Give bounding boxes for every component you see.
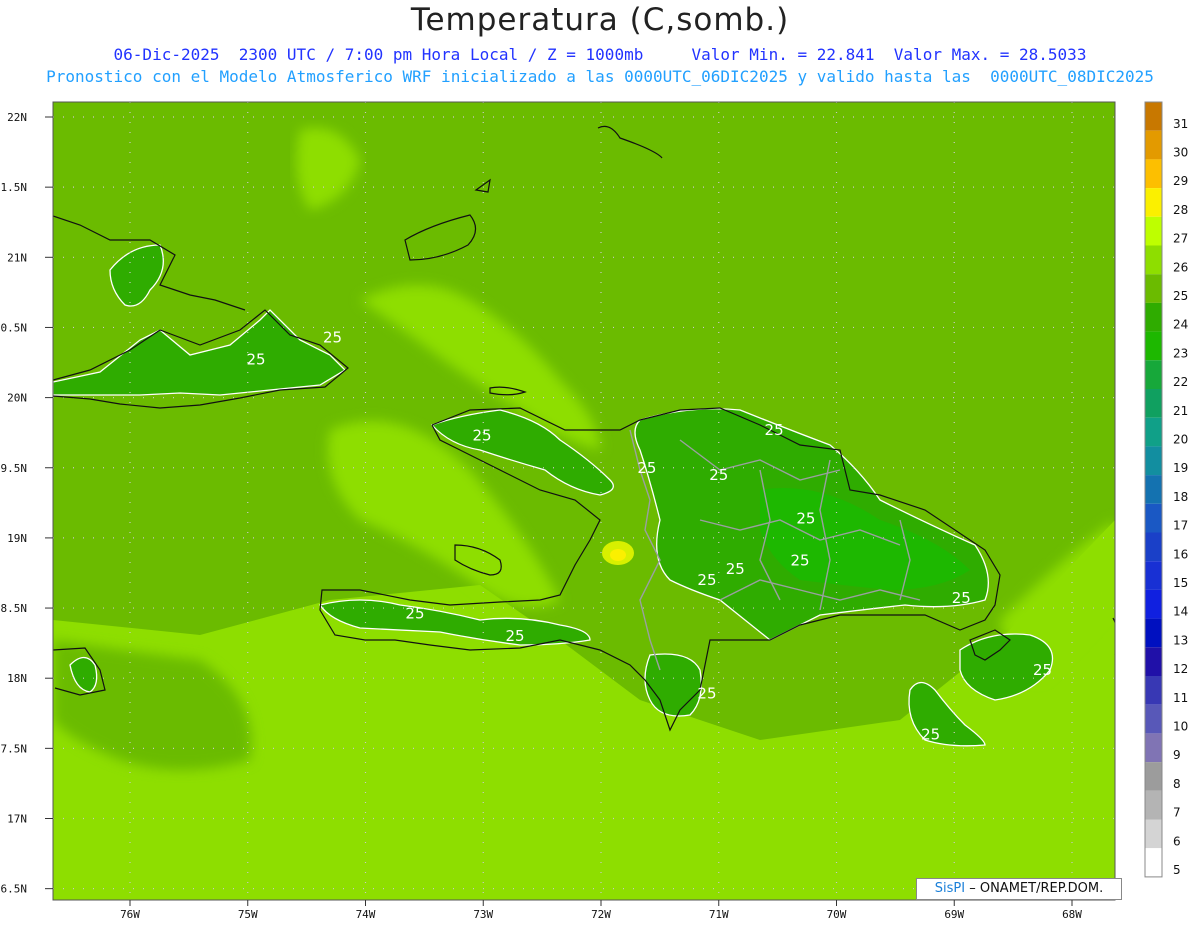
lat-tick-label: 18.5N — [0, 602, 27, 615]
contour-label: 25 — [697, 571, 716, 589]
colorbar-label: 25 — [1173, 289, 1188, 303]
colorbar-swatch — [1145, 762, 1162, 791]
contour-label: 25 — [246, 351, 265, 369]
lat-tick-label: 21N — [7, 251, 27, 264]
contour-label: 25 — [1033, 661, 1052, 679]
colorbar-swatch — [1145, 503, 1162, 533]
contour-label: 25 — [709, 466, 728, 484]
lon-tick-label: 73W — [473, 908, 493, 921]
colorbar-swatch — [1145, 618, 1162, 648]
lat-tick-label: 17.5N — [0, 742, 27, 755]
contour-label: 25 — [765, 421, 784, 439]
colorbar-label: 22 — [1173, 375, 1188, 389]
colorbar-label: 9 — [1173, 748, 1181, 762]
contour-label: 25 — [726, 560, 745, 578]
lon-tick-label: 71W — [709, 908, 729, 921]
colorbar-swatch — [1145, 848, 1162, 877]
colorbar-swatch — [1145, 676, 1162, 705]
colorbar-label: 12 — [1173, 662, 1188, 676]
lat-tick-label: 18N — [7, 672, 27, 685]
colorbar-swatch — [1145, 589, 1162, 619]
lat-tick-label: 19.5N — [0, 462, 27, 475]
contour-label: 25 — [921, 725, 940, 743]
contour-label: 25 — [790, 551, 809, 569]
colorbar-label: 6 — [1173, 834, 1181, 848]
colorbar-label: 21 — [1173, 404, 1188, 418]
colorbar-label: 24 — [1173, 318, 1188, 332]
colorbar-label: 11 — [1173, 691, 1188, 705]
colorbar-swatch — [1145, 360, 1162, 389]
colorbar-label: 27 — [1173, 232, 1188, 246]
colorbar-label: 19 — [1173, 461, 1188, 475]
colorbar-swatch — [1145, 561, 1162, 590]
colorbar-swatch — [1145, 331, 1162, 361]
field-hot-core — [610, 549, 626, 561]
colorbar-swatch — [1145, 532, 1162, 562]
colorbar-swatch — [1145, 188, 1162, 217]
colorbar-label: 16 — [1173, 547, 1188, 561]
lat-tick-label: 20.5N — [0, 321, 27, 334]
colorbar-label: 23 — [1173, 346, 1188, 360]
colorbar-label: 17 — [1173, 519, 1188, 533]
colorbar-swatch — [1145, 159, 1162, 189]
lat-tick-label: 20N — [7, 392, 27, 405]
contour-label: 25 — [505, 627, 524, 645]
credit-brand: SisPI — [934, 881, 966, 896]
colorbar-label: 13 — [1173, 633, 1188, 647]
colorbar-swatch — [1145, 475, 1162, 504]
lon-tick-label: 72W — [591, 908, 611, 921]
colorbar-swatch — [1145, 446, 1162, 476]
colorbar-swatch — [1145, 733, 1162, 763]
contour-label: 25 — [637, 459, 656, 477]
colorbar-label: 10 — [1173, 720, 1188, 734]
latitude-axis: 22N 21.5N 21N 20.5N 20N 19.5N 19N 18.5N 18N 17.5N… — [0, 111, 53, 896]
colorbar-label: 15 — [1173, 576, 1188, 590]
lon-tick-label: 75W — [238, 908, 258, 921]
lon-tick-label: 70W — [827, 908, 847, 921]
colorbar-label: 7 — [1173, 806, 1181, 820]
colorbar-swatch — [1145, 102, 1162, 131]
colorbar-label: 8 — [1173, 777, 1181, 791]
colorbar-swatch — [1145, 274, 1162, 303]
colorbar-swatch — [1145, 647, 1162, 676]
colorbar-label: 31 — [1173, 117, 1188, 131]
contour-label: 25 — [405, 605, 424, 623]
lon-tick-label: 68W — [1062, 908, 1082, 921]
colorbar-label: 26 — [1173, 260, 1188, 274]
credit-text: – ONAMET/REP.DOM. — [965, 881, 1104, 896]
lon-tick-label: 76W — [120, 908, 140, 921]
lat-tick-label: 21.5N — [0, 181, 27, 194]
temperature-map: 25 25 25 25 25 25 25 25 25 25 25 25 25 25 25 25 22N 21.5… — [0, 101, 1188, 921]
colorbar-label: 30 — [1173, 146, 1188, 160]
colorbar-swatch — [1145, 790, 1162, 820]
colorbar-label: 18 — [1173, 490, 1188, 504]
lat-tick-label: 19N — [7, 532, 27, 545]
colorbar-label: 5 — [1173, 863, 1181, 877]
lat-tick-label: 16.5N — [0, 883, 27, 896]
colorbar-label: 14 — [1173, 605, 1188, 619]
colorbar-swatch — [1145, 389, 1162, 418]
colorbar: 31 30 29 28 27 26 25 24 23 22 21 20 19 18 17 16 15 14 13 12… — [1144, 101, 1188, 878]
credit-box: SisPI – ONAMET/REP.DOM. — [916, 878, 1122, 900]
colorbar-swatch — [1145, 704, 1162, 734]
contour-label: 25 — [323, 328, 342, 346]
contour-label: 25 — [697, 685, 716, 703]
colorbar-label: 28 — [1173, 203, 1188, 217]
colorbar-swatch — [1145, 130, 1162, 160]
contour-label: 25 — [796, 509, 815, 527]
contour-label: 25 — [952, 589, 971, 607]
colorbar-label: 29 — [1173, 174, 1188, 188]
lat-tick-label: 22N — [7, 111, 27, 124]
contour-label: 25 — [473, 426, 492, 444]
colorbar-swatch — [1145, 216, 1162, 246]
colorbar-swatch — [1145, 819, 1162, 849]
lon-tick-label: 74W — [356, 908, 376, 921]
lat-tick-label: 17N — [7, 813, 27, 826]
lon-tick-label: 69W — [944, 908, 964, 921]
colorbar-label: 20 — [1173, 433, 1188, 447]
colorbar-swatch — [1145, 417, 1162, 447]
colorbar-swatch — [1145, 302, 1162, 332]
longitude-axis: 76W 75W 74W 73W 72W 71W 70W 69W 68W — [120, 900, 1082, 921]
colorbar-swatch — [1145, 245, 1162, 275]
